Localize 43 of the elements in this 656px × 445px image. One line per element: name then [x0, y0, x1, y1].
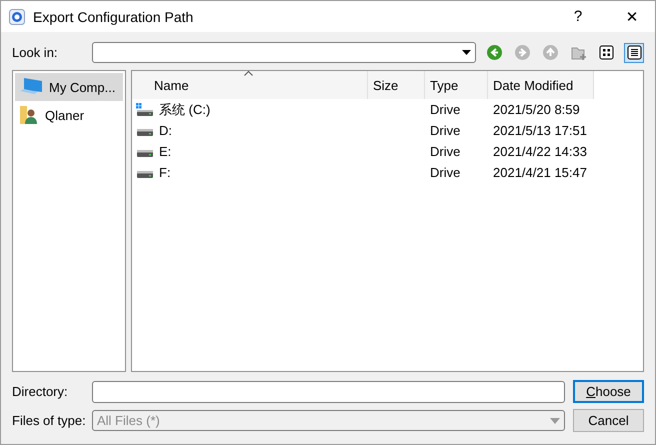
name-cell: E: [159, 144, 172, 159]
window-title: Export Configuration Path [33, 8, 194, 24]
file-row[interactable]: 系统 (C:) Drive 2021/5/20 8:59 [132, 99, 643, 120]
sidebar-item-label: Qlaner [45, 108, 84, 122]
look-in-label: Look in: [12, 45, 59, 60]
type-cell-text: Drive [429, 123, 462, 138]
column-header[interactable]: Date Modified [488, 71, 594, 99]
sort-caret-icon [244, 71, 253, 76]
date-cell-text: 2021/5/20 8:59 [492, 102, 581, 117]
column-header[interactable]: Size [368, 71, 425, 99]
file-row[interactable]: D: Drive 2021/5/13 17:51 [132, 120, 643, 141]
cancel-button[interactable]: Cancel [573, 409, 644, 432]
type-cell-text: Drive [429, 144, 462, 159]
column-header[interactable]: Name [132, 71, 368, 99]
sidebar-item[interactable]: My Comp... [15, 73, 123, 101]
close-button[interactable]: ✕ [609, 8, 655, 26]
look-in-dropdown[interactable] [92, 42, 476, 63]
directory-label: Directory: [12, 384, 69, 399]
date-cell-text: 2021/5/13 17:51 [492, 123, 588, 138]
detail-view-button[interactable] [624, 42, 644, 62]
file-row[interactable]: F: Drive 2021/4/21 15:47 [132, 162, 643, 183]
sidebar-item[interactable]: Qlaner [15, 101, 123, 129]
file-row[interactable]: E: Drive 2021/4/22 14:33 [132, 141, 643, 162]
sidebar-item-label: My Comp... [49, 80, 116, 94]
name-cell: 系统 (C:) [159, 100, 210, 118]
dropdown-arrow-icon [462, 50, 471, 56]
date-cell-text: 2021/4/21 15:47 [492, 165, 588, 180]
type-cell-text: Drive [429, 102, 462, 117]
name-cell: D: [159, 123, 172, 138]
column-header[interactable]: Type [425, 71, 488, 99]
system-drive-icon [136, 102, 154, 116]
directory-field[interactable] [92, 380, 565, 402]
computer-icon [19, 77, 43, 97]
user-folder-icon [19, 104, 39, 126]
back-button[interactable] [484, 42, 504, 62]
help-button[interactable]: ? [555, 8, 601, 25]
name-cell: F: [159, 165, 171, 180]
choose-button[interactable]: Choose [573, 380, 644, 403]
app-icon [9, 8, 25, 24]
dropdown-arrow-icon [550, 418, 560, 424]
date-cell-text: 2021/4/22 14:33 [492, 144, 588, 159]
type-cell-text: Drive [429, 165, 462, 180]
file-type-label: Files of type: [12, 413, 86, 428]
